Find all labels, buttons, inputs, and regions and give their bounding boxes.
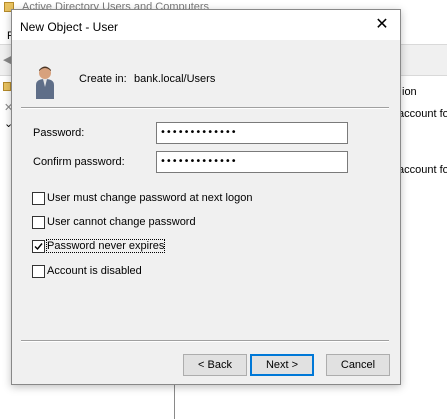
- password-never-expires-checkbox[interactable]: [32, 240, 45, 253]
- account-disabled-checkbox[interactable]: [32, 265, 45, 278]
- back-button[interactable]: < Back: [183, 354, 247, 376]
- confirm-password-label: Confirm password:: [33, 156, 125, 168]
- confirm-password-field[interactable]: •••••••••••••: [156, 151, 348, 173]
- separator: [21, 107, 389, 109]
- background-right-pane-text: ion: [402, 86, 417, 98]
- new-object-user-dialog: New Object - User ✕ Create in: bank.loca…: [11, 9, 401, 385]
- password-never-expires-label: Password never expires: [45, 239, 166, 253]
- checkmark-icon: [34, 243, 43, 251]
- cannot-change-password-label: User cannot change password: [47, 216, 196, 228]
- close-icon[interactable]: ✕: [367, 14, 397, 36]
- create-in-label: Create in:: [79, 73, 127, 85]
- background-right-pane-text: account fo: [398, 108, 447, 120]
- dialog-titlebar: New Object - User ✕: [12, 10, 400, 40]
- dialog-title: New Object - User: [20, 20, 119, 34]
- account-disabled-label: Account is disabled: [47, 265, 142, 277]
- folder-icon: [3, 82, 11, 91]
- next-button[interactable]: Next >: [250, 354, 314, 376]
- separator: [21, 340, 389, 342]
- password-label: Password:: [33, 127, 85, 139]
- password-field[interactable]: •••••••••••••: [156, 122, 348, 144]
- must-change-password-label: User must change password at next logon: [47, 192, 253, 204]
- must-change-password-checkbox[interactable]: [32, 192, 45, 205]
- cancel-button[interactable]: Cancel: [326, 354, 390, 376]
- cannot-change-password-checkbox[interactable]: [32, 216, 45, 229]
- create-in-value: bank.local/Users: [134, 73, 216, 85]
- background-right-pane-text: account fo: [398, 164, 447, 176]
- user-icon: [36, 66, 54, 99]
